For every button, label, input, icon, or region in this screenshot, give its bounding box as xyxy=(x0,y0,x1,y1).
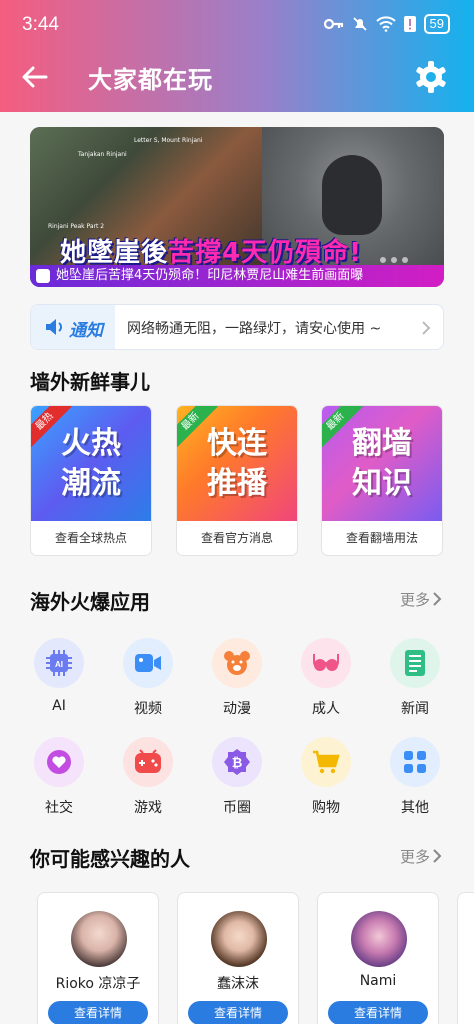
avatar xyxy=(211,911,267,967)
app-label: 成人 xyxy=(312,701,340,717)
app-game[interactable]: 游戏 xyxy=(118,737,178,817)
app-label: 购物 xyxy=(312,800,340,816)
person-name: 蠢沫沫 xyxy=(217,976,259,992)
app-video[interactable]: 视频 xyxy=(118,638,178,718)
card-label: 查看全球热点 xyxy=(54,531,127,545)
app-label: 视频 xyxy=(134,701,162,717)
person-card[interactable]: Nami 查看详情 xyxy=(317,892,439,1024)
mute-bell-icon xyxy=(352,17,367,31)
notice-tag-label: 通知 xyxy=(69,321,103,341)
news-banner[interactable]: Rinjani Peak Part 2 Letter S, Mount Rinj… xyxy=(30,127,444,287)
app-label: 币圈 xyxy=(223,800,251,816)
section-title-people: 你可能感兴趣的人 xyxy=(30,847,190,871)
banner-headline: 她墜崖後苦撐4天仍殞命! xyxy=(60,232,362,269)
chevron-right-icon xyxy=(422,321,431,335)
person-name: Nami xyxy=(359,973,397,989)
key-icon xyxy=(323,18,343,30)
map-label: Letter S, Mount Rinjani xyxy=(134,137,203,144)
fresh-card-hot[interactable]: 火热 潮流 最热 查看全球热点 xyxy=(30,405,152,556)
svg-text:₿: ₿ xyxy=(232,756,243,771)
app-anime[interactable]: 动漫 xyxy=(207,638,267,718)
bitcoin-icon: ₿ xyxy=(212,737,262,787)
video-badge-icon xyxy=(36,269,50,283)
page-title: 大家都在玩 xyxy=(88,66,213,94)
heart-bubble-icon xyxy=(34,737,84,787)
map-label: Rinjani Peak Part 2 xyxy=(48,223,105,230)
newspaper-icon xyxy=(390,638,440,688)
lingerie-icon xyxy=(301,638,351,688)
carousel-dots xyxy=(380,257,408,263)
gamepad-icon xyxy=(123,737,173,787)
card-label: 查看翻墙用法 xyxy=(345,531,418,545)
notice-tag: 通知 xyxy=(31,305,115,349)
app-label: 游戏 xyxy=(134,800,162,816)
view-details-button[interactable]: 查看详情 xyxy=(328,1001,428,1024)
headline-highlight: 苦撐4天仍殞命! xyxy=(168,238,362,268)
shopping-cart-icon xyxy=(301,737,351,787)
card-line: 潮流 xyxy=(61,465,121,501)
card-line: 翻墙 xyxy=(352,425,412,461)
svg-text:AI: AI xyxy=(55,660,63,669)
grid-icon xyxy=(390,737,440,787)
app-label: 社交 xyxy=(45,800,73,816)
view-details-button[interactable]: 查看详情 xyxy=(188,1001,288,1024)
person-card[interactable]: 蠢沫沫 查看详情 xyxy=(177,892,299,1024)
gear-icon[interactable] xyxy=(414,60,448,94)
video-camera-icon xyxy=(123,638,173,688)
view-details-button[interactable]: 查看详情 xyxy=(48,1001,148,1024)
app-social[interactable]: 社交 xyxy=(29,737,89,817)
alert-icon xyxy=(403,16,416,32)
back-arrow-icon[interactable] xyxy=(20,62,50,92)
battery-indicator: 59 xyxy=(423,14,450,34)
map-label: Tanjakan Rinjani xyxy=(78,151,127,158)
app-crypto[interactable]: ₿ 币圈 xyxy=(207,737,267,817)
app-label: 其他 xyxy=(401,800,429,816)
app-shopping[interactable]: 购物 xyxy=(296,737,356,817)
app-ai[interactable]: AI AI xyxy=(29,638,89,714)
avatar xyxy=(71,911,127,967)
bear-face-icon xyxy=(212,638,262,688)
person-name: Rioko 凉凉子 xyxy=(55,976,141,992)
app-adult[interactable]: 成人 xyxy=(296,638,356,718)
app-news[interactable]: 新闻 xyxy=(385,638,445,718)
chevron-right-icon[interactable] xyxy=(432,592,442,606)
card-line: 火热 xyxy=(61,425,121,461)
fresh-card-news[interactable]: 快连 推播 最新 查看官方消息 xyxy=(176,405,298,556)
notice-text: 网络畅通无阻，一路绿灯，请安心使用 ~ xyxy=(127,321,382,337)
chevron-right-icon[interactable] xyxy=(432,849,442,863)
app-other[interactable]: 其他 xyxy=(385,737,445,817)
fresh-card-knowledge[interactable]: 翻墙 知识 最新 查看翻墙用法 xyxy=(321,405,443,556)
banner-caption-text: 她坠崖后苦撑4天仍殒命！印尼林贾尼山难生前画面曝 xyxy=(56,268,364,283)
card-line: 知识 xyxy=(352,465,412,501)
section-title-fresh: 墙外新鲜事儿 xyxy=(30,370,150,394)
card-line: 快连 xyxy=(207,425,267,461)
ai-chip-icon: AI xyxy=(34,638,84,688)
section-title-apps: 海外火爆应用 xyxy=(30,590,150,614)
person-figure xyxy=(322,155,382,235)
app-label: AI xyxy=(52,698,66,714)
status-bar: 3:44 59 xyxy=(0,0,474,52)
card-label: 查看官方消息 xyxy=(200,531,273,545)
status-time: 3:44 xyxy=(22,14,59,35)
wifi-icon xyxy=(375,16,396,32)
avatar xyxy=(351,911,407,967)
app-label: 新闻 xyxy=(401,701,429,717)
status-icons: 59 xyxy=(323,14,450,34)
notice-bar[interactable]: 通知 网络畅通无阻，一路绿灯，请安心使用 ~ xyxy=(30,304,444,350)
apps-more-link[interactable]: 更多 xyxy=(400,589,430,610)
banner-caption: 她坠崖后苦撑4天仍殒命！印尼林贾尼山难生前画面曝 xyxy=(30,265,444,287)
speaker-icon xyxy=(46,319,62,335)
app-label: 动漫 xyxy=(223,701,251,717)
person-card[interactable]: Rioko 凉凉子 查看详情 xyxy=(37,892,159,1024)
people-more-link[interactable]: 更多 xyxy=(400,846,430,867)
app-header: 3:44 59 大家都在玩 xyxy=(0,0,474,112)
person-card-partial[interactable] xyxy=(457,892,474,1024)
card-line: 推播 xyxy=(207,465,267,501)
headline-part: 她墜崖後 xyxy=(60,238,169,268)
